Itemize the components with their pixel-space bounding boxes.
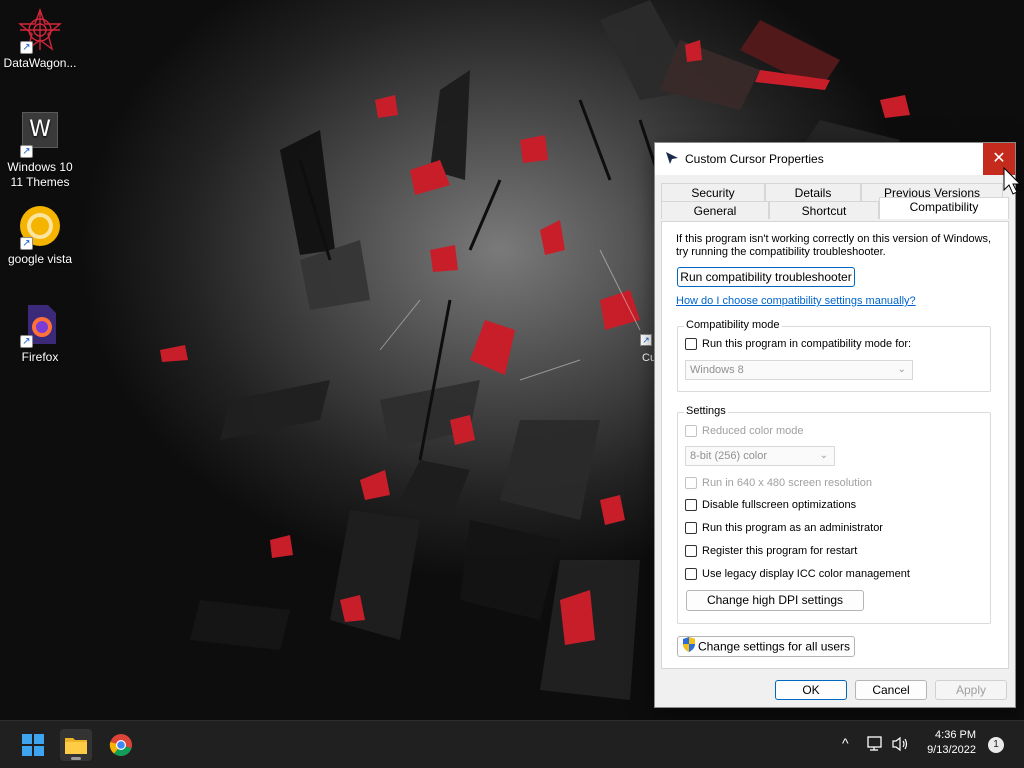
- cursor-app-icon: [665, 151, 679, 168]
- change-all-users-button[interactable]: Change settings for all users: [677, 636, 855, 657]
- desktop-icon-label: google vista: [7, 252, 73, 266]
- desktop-icon-label: DataWagon...: [3, 56, 77, 70]
- shortcut-arrow-icon: ↗: [20, 145, 33, 158]
- chevron-down-icon: ⌄: [819, 450, 828, 461]
- shortcut-arrow-icon: ↗: [20, 41, 33, 54]
- disable-fullscreen-checkbox[interactable]: [685, 499, 697, 511]
- file-explorer-button[interactable]: [60, 729, 92, 761]
- tab-details[interactable]: Details: [765, 183, 861, 201]
- mouse-cursor-icon: [1002, 166, 1022, 199]
- taskbar: ^ 4:36 PM 9/13/2022: [0, 720, 1024, 768]
- reduced-color-checkbox: [685, 425, 697, 437]
- windows-themes-icon: W ↗: [18, 112, 62, 158]
- info-text: If this program isn't working correctly …: [676, 233, 992, 258]
- compat-os-select[interactable]: Windows 8 ⌄: [685, 360, 913, 380]
- clock-time: 4:36 PM: [935, 729, 976, 741]
- compat-mode-checkbox[interactable]: [685, 338, 697, 350]
- run-as-admin-checkbox[interactable]: [685, 522, 697, 534]
- tab-strip: Security Details Previous Versions Gener…: [661, 183, 1011, 223]
- dialog-titlebar[interactable]: Custom Cursor Properties ✕: [655, 143, 1015, 175]
- desktop-icon-datawagon[interactable]: ↗ DataWagon...: [0, 7, 80, 71]
- desktop-icon-google-vista[interactable]: ↗ google vista: [0, 204, 80, 267]
- cancel-button[interactable]: Cancel: [855, 680, 927, 700]
- notification-badge[interactable]: 1: [988, 737, 1004, 753]
- shortcut-arrow-icon: ↗: [20, 335, 33, 348]
- properties-dialog: Custom Cursor Properties ✕ Security Deta…: [654, 142, 1016, 708]
- show-hidden-icons-chevron[interactable]: ^: [842, 735, 849, 751]
- datawagon-logo-icon: ↗: [18, 7, 62, 54]
- active-indicator: [71, 757, 81, 760]
- res640-checkbox: [685, 477, 697, 489]
- change-dpi-button[interactable]: Change high DPI settings: [686, 590, 864, 611]
- chrome-taskbar-button[interactable]: [105, 729, 137, 761]
- volume-icon[interactable]: [891, 736, 909, 755]
- shortcut-arrow-icon: ↗: [20, 237, 33, 250]
- tab-general[interactable]: General: [661, 201, 769, 219]
- shortcut-arrow-icon: ↗: [640, 334, 652, 346]
- desktop-icon-label: Firefox: [21, 350, 59, 364]
- clock-date: 9/13/2022: [927, 744, 976, 756]
- color-depth-select: 8-bit (256) color ⌄: [685, 446, 835, 466]
- compat-mode-label: Compatibility mode: [684, 319, 782, 331]
- firefox-file-icon: ↗: [18, 302, 62, 348]
- network-icon[interactable]: [867, 736, 885, 755]
- desktop-icon-windows-themes[interactable]: W ↗ Windows 10 11 Themes: [0, 108, 80, 190]
- register-restart-checkbox[interactable]: [685, 545, 697, 557]
- ok-button[interactable]: OK: [775, 680, 847, 700]
- chevron-down-icon: ⌄: [897, 364, 906, 375]
- tab-security[interactable]: Security: [661, 183, 765, 201]
- chrome-icon: [109, 734, 132, 756]
- dialog-title: Custom Cursor Properties: [685, 152, 824, 166]
- tab-shortcut[interactable]: Shortcut: [769, 201, 879, 219]
- chrome-canary-icon: ↗: [18, 204, 62, 250]
- run-troubleshooter-button[interactable]: Run compatibility troubleshooter: [677, 267, 855, 287]
- legacy-icc-checkbox[interactable]: [685, 568, 697, 580]
- compat-mode-group: Compatibility mode: [677, 319, 991, 392]
- settings-label: Settings: [684, 405, 728, 417]
- start-button[interactable]: [17, 729, 49, 761]
- windows-logo-icon: [22, 734, 44, 756]
- apply-button[interactable]: Apply: [935, 680, 1007, 700]
- clock[interactable]: 4:36 PM 9/13/2022: [918, 729, 978, 756]
- desktop-icon-label: Windows 10 11 Themes: [7, 160, 73, 189]
- shield-icon: [682, 637, 696, 658]
- tab-compatibility[interactable]: Compatibility: [879, 197, 1009, 219]
- desktop-icon-firefox[interactable]: ↗ Firefox: [0, 302, 80, 365]
- manual-settings-link[interactable]: How do I choose compatibility settings m…: [676, 295, 916, 307]
